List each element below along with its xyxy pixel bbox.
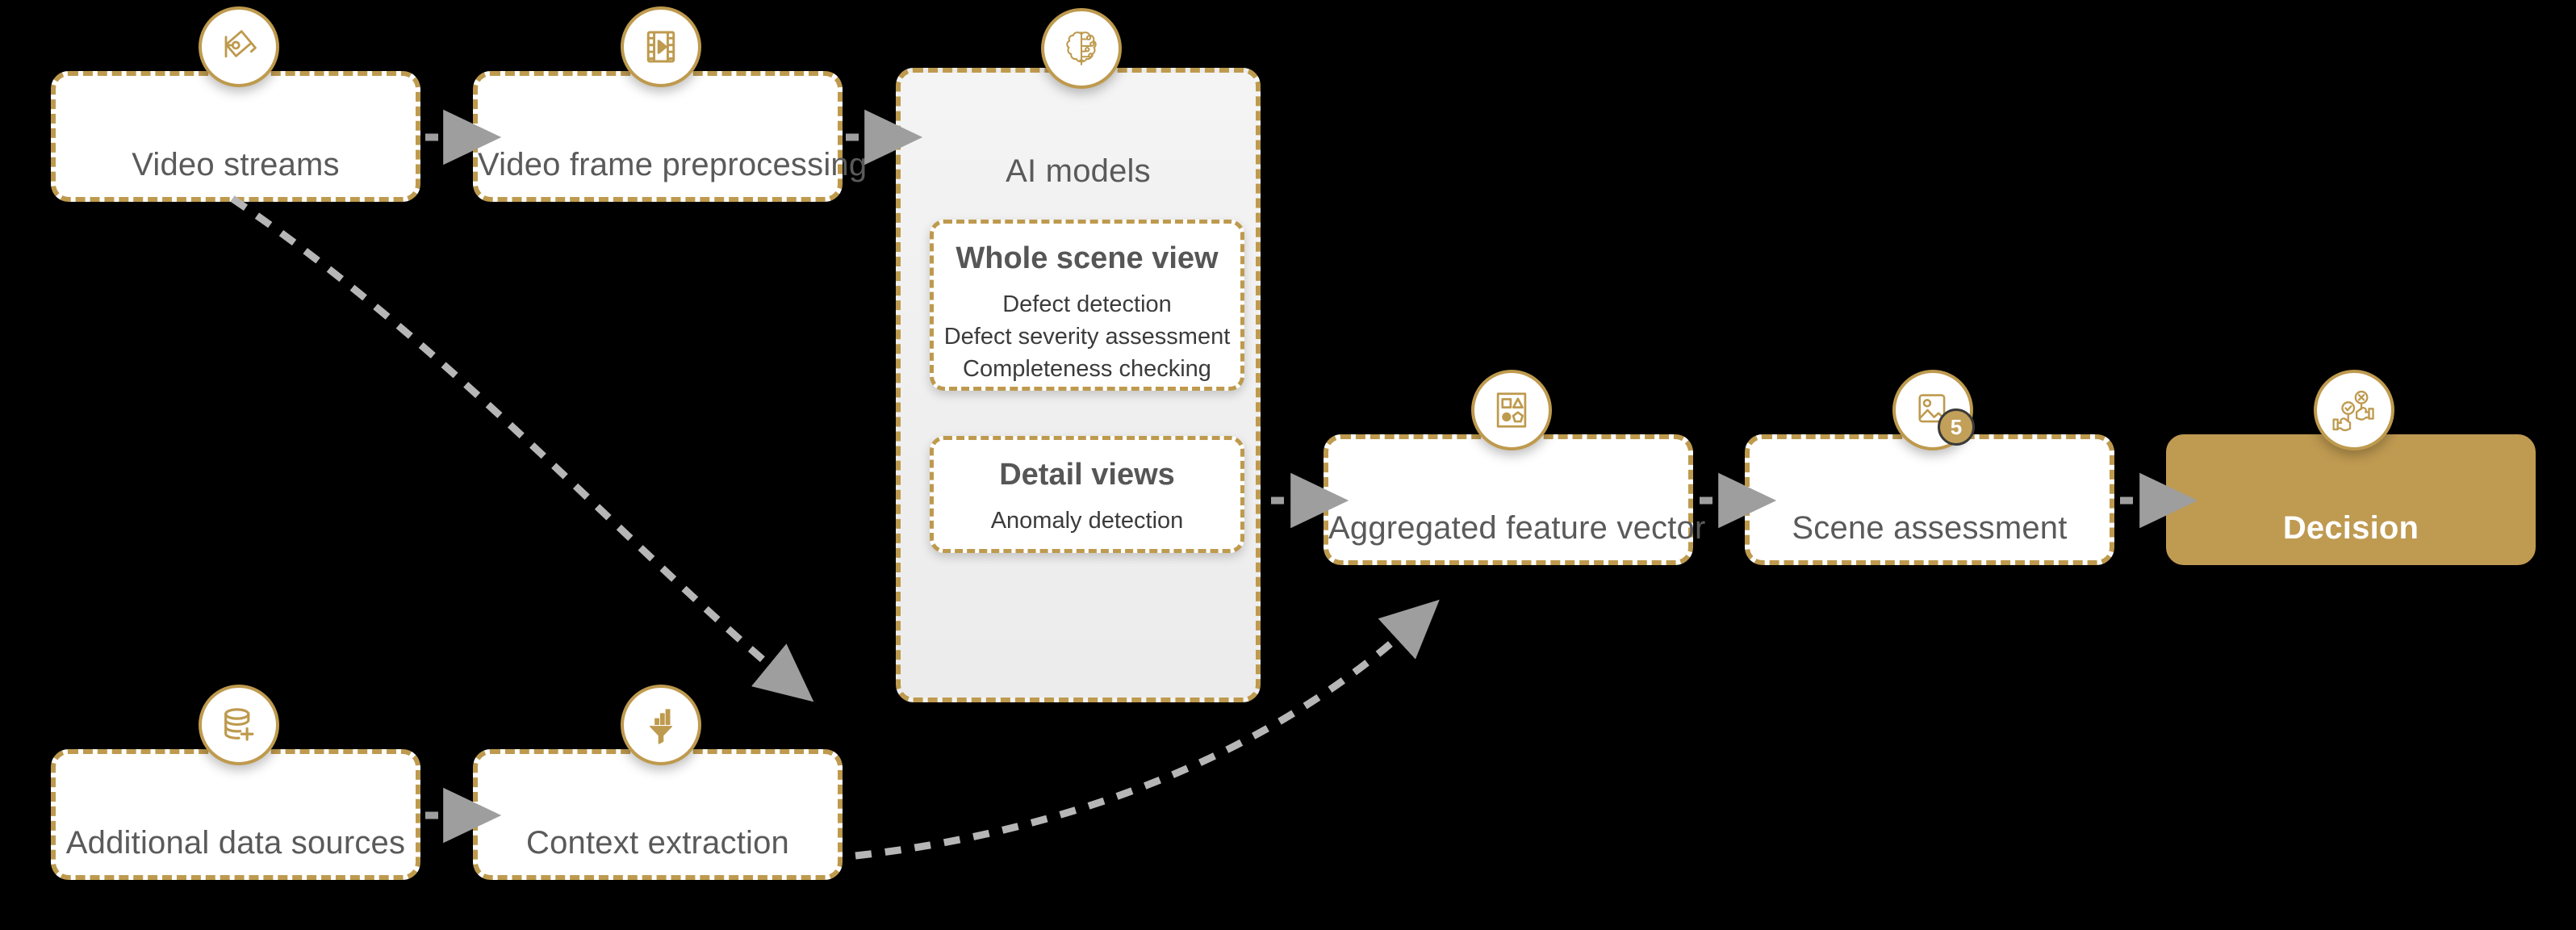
node-additional-data-sources[interactable]: Additional data sources bbox=[51, 749, 420, 880]
node-ai-models[interactable]: AI models Whole scene view Defect detect… bbox=[896, 68, 1261, 702]
node-decision[interactable]: Decision bbox=[2166, 434, 2536, 565]
connector-video-streams-to-ai-models-curve bbox=[230, 195, 814, 702]
subnode-whole-scene-view-item-0: Defect detection bbox=[1002, 291, 1172, 317]
funnel-chart-icon bbox=[621, 685, 701, 765]
node-context-extraction-label: Context extraction bbox=[526, 825, 789, 861]
subnode-whole-scene-view-item-1: Defect severity assessment bbox=[943, 324, 1231, 350]
shapes-grid-icon bbox=[1471, 370, 1552, 450]
film-play-icon bbox=[621, 6, 701, 87]
node-aggregated-feature-vector[interactable]: Aggregated feature vector bbox=[1324, 434, 1706, 565]
approve-reject-hands-icon bbox=[2314, 370, 2394, 450]
node-video-streams[interactable]: Video streams bbox=[51, 71, 420, 202]
node-context-extraction[interactable]: Context extraction bbox=[473, 749, 843, 880]
subnode-whole-scene-view[interactable]: Whole scene view Defect detection Defect… bbox=[930, 220, 1244, 391]
diagram-canvas: AI models Whole scene view Defect detect… bbox=[0, 0, 2576, 930]
database-add-icon bbox=[199, 685, 279, 765]
node-video-frame-preprocessing-label: Video frame preprocessing bbox=[478, 147, 868, 182]
security-camera-icon bbox=[199, 6, 279, 87]
node-scene-assessment-label: Scene assessment bbox=[1792, 510, 2068, 546]
node-video-frame-preprocessing[interactable]: Video frame preprocessing bbox=[473, 71, 868, 202]
node-decision-label: Decision bbox=[2282, 510, 2419, 546]
scene-assessment-count-badge: 5 bbox=[1938, 408, 1975, 446]
node-aggregated-feature-vector-label: Aggregated feature vector bbox=[1328, 510, 1706, 546]
subnode-detail-views-title: Detail views bbox=[999, 458, 1175, 492]
node-additional-data-sources-label: Additional data sources bbox=[65, 825, 406, 861]
subnode-whole-scene-view-item-2: Completeness checking bbox=[963, 356, 1211, 382]
image-stack-icon: 5 bbox=[1892, 370, 1975, 450]
node-ai-models-label: AI models bbox=[1006, 153, 1151, 189]
brain-circuit-icon bbox=[1041, 8, 1122, 89]
subnode-detail-views[interactable]: Detail views Anomaly detection bbox=[930, 436, 1244, 553]
node-video-streams-label: Video streams bbox=[132, 147, 340, 182]
subnode-whole-scene-view-title: Whole scene view bbox=[956, 241, 1219, 275]
subnode-detail-views-item-0: Anomaly detection bbox=[990, 508, 1184, 534]
node-scene-assessment[interactable]: Scene assessment bbox=[1745, 434, 2114, 565]
